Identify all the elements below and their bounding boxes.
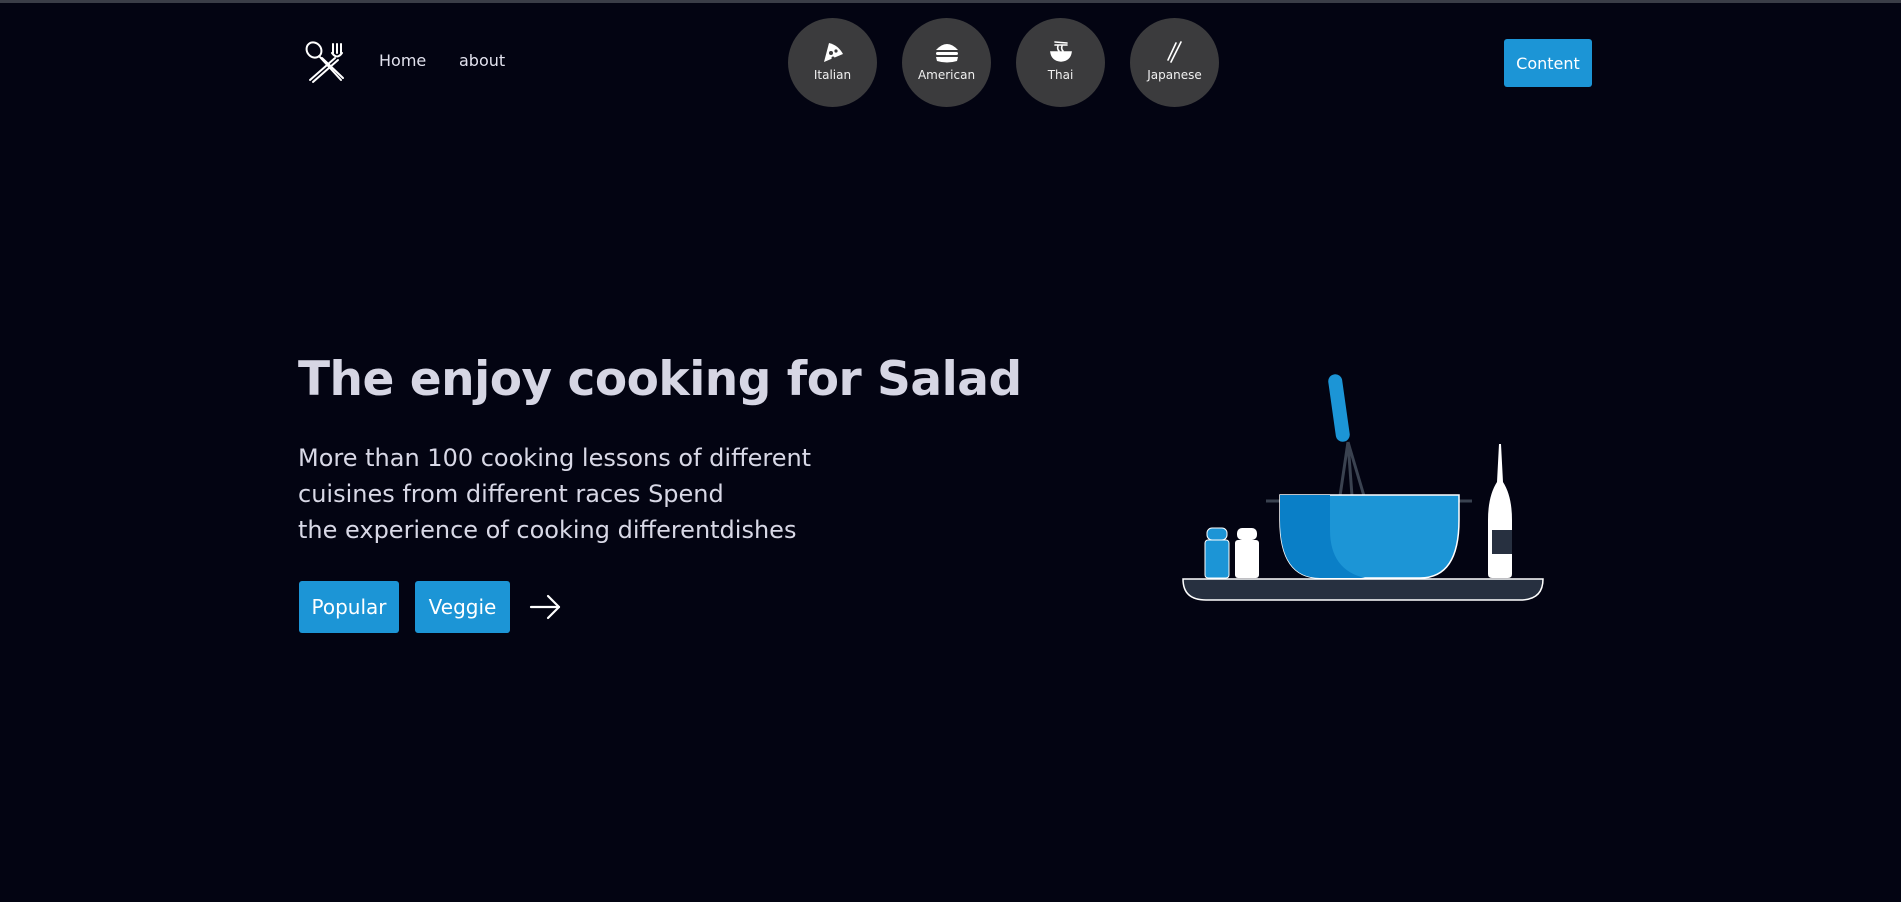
cuisine-italian[interactable]: Italian	[788, 18, 877, 107]
burger-icon	[902, 40, 991, 66]
cuisine-american[interactable]: American	[902, 18, 991, 107]
cuisine-label: Japanese	[1147, 68, 1202, 82]
nav-link-home[interactable]: Home	[379, 51, 426, 70]
pizza-icon	[788, 40, 877, 66]
popular-button[interactable]: Popular	[299, 581, 399, 633]
content-button[interactable]: Content	[1504, 39, 1592, 87]
hero-description-line: cuisines from different races Spend	[298, 480, 724, 508]
cuisine-label: American	[917, 68, 976, 82]
chopsticks-icon	[1130, 40, 1219, 66]
nav-link-about[interactable]: about	[459, 51, 505, 70]
arrow-right-icon[interactable]	[528, 592, 562, 622]
cuisine-thai[interactable]: Thai	[1016, 18, 1105, 107]
noodle-bowl-icon	[1016, 40, 1105, 66]
cuisine-japanese[interactable]: Japanese	[1130, 18, 1219, 107]
cuisine-label: Thai	[1047, 68, 1074, 82]
hero-description: More than 100 cooking lessons of differe…	[298, 440, 838, 548]
hero-description-line: More than 100 cooking lessons of differe…	[298, 444, 812, 472]
hero-description-line: the experience of cooking differentdishe…	[298, 516, 797, 544]
hero-title: The enjoy cooking for Salad	[298, 352, 1022, 407]
veggie-button[interactable]: Veggie	[415, 581, 510, 633]
utensils-crossed-icon[interactable]	[303, 40, 347, 84]
mixing-bowl-illustration	[1180, 370, 1546, 606]
cuisine-label: Italian	[813, 68, 852, 82]
top-navigation: Home about Italian American Thai Japanes…	[0, 0, 1901, 120]
